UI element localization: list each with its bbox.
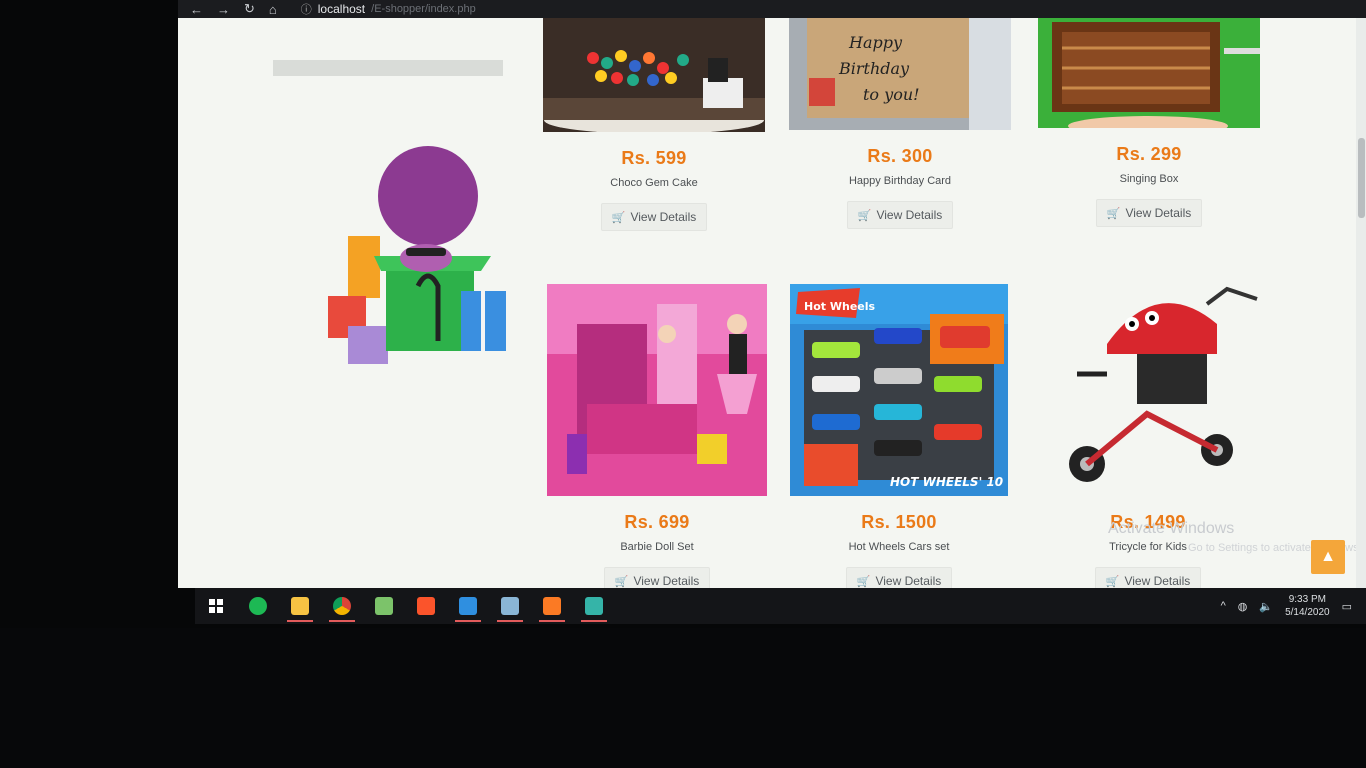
documents-icon bbox=[501, 597, 519, 615]
network-globe-icon[interactable]: ◍ bbox=[1238, 600, 1248, 613]
view-details-button[interactable]: 🛒 View Details bbox=[1094, 567, 1202, 588]
placeholder-heading-bar bbox=[273, 60, 503, 76]
category-banner bbox=[178, 18, 540, 588]
product-image-birthday-card[interactable]: Happy Birthday to you! bbox=[789, 18, 1011, 130]
product-name: Choco Gem Cake bbox=[610, 177, 698, 189]
product-name: Hot Wheels Cars set bbox=[848, 541, 950, 553]
screen: ← → ↻ ⌂ ⓘ localhost /E-shopper/index.php bbox=[0, 0, 1366, 768]
taskbar-spotify[interactable] bbox=[237, 588, 279, 624]
notification-icon[interactable]: ▭ bbox=[1342, 600, 1352, 613]
cart-icon: 🛒 bbox=[1105, 575, 1120, 588]
view-details-label: View Details bbox=[875, 574, 942, 588]
card-text-line3: to you! bbox=[863, 85, 920, 104]
active-indicator bbox=[455, 620, 481, 622]
url-path: /E-shopper/index.php bbox=[371, 3, 476, 15]
hot-wheels-logo-text: Hot Wheels bbox=[804, 300, 876, 313]
folder-icon bbox=[291, 597, 309, 615]
view-details-button[interactable]: 🛒 View Details bbox=[845, 567, 953, 588]
product-name: Barbie Doll Set bbox=[620, 541, 694, 553]
product-image-barbie[interactable] bbox=[546, 284, 768, 496]
system-tray: ^ ◍ 🔈 9:33 PM 5/14/2020 ▭ bbox=[1221, 588, 1352, 624]
home-icon[interactable]: ⌂ bbox=[269, 2, 277, 17]
product-card-happy-birthday-card[interactable]: Happy Birthday to you! Rs. 300 Happy Bir… bbox=[785, 18, 1015, 229]
address-bar[interactable]: ⓘ localhost /E-shopper/index.php bbox=[301, 1, 476, 17]
chrome-icon bbox=[333, 597, 351, 615]
view-details-label: View Details bbox=[630, 210, 697, 224]
product-price: Rs. 1500 bbox=[861, 512, 937, 532]
view-details-label: View Details bbox=[876, 208, 943, 222]
activate-windows-watermark: Activate Windows bbox=[1108, 520, 1235, 537]
windows-logo-icon bbox=[209, 599, 223, 613]
clock-time: 9:33 PM bbox=[1288, 594, 1326, 605]
view-details-button[interactable]: 🛒 View Details bbox=[1095, 199, 1203, 227]
taskbar-file-explorer[interactable] bbox=[279, 588, 321, 624]
product-card-barbie-doll-set[interactable]: Rs. 699 Barbie Doll Set 🛒 View Details bbox=[542, 284, 772, 588]
taskbar-app-blue[interactable] bbox=[447, 588, 489, 624]
image-app-icon bbox=[585, 597, 603, 615]
active-indicator bbox=[329, 620, 355, 622]
notepad-icon bbox=[375, 597, 393, 615]
cart-icon: 🛒 bbox=[614, 575, 629, 588]
product-image-singing-box[interactable] bbox=[1038, 18, 1260, 128]
view-details-button[interactable]: 🛒 View Details bbox=[846, 201, 954, 229]
reload-icon[interactable]: ↻ bbox=[244, 1, 255, 17]
product-card-hot-wheels[interactable]: Hot Wheels HOT WHEELS' 10 Rs. 1500 Hot W… bbox=[784, 284, 1014, 588]
start-button[interactable] bbox=[195, 588, 237, 624]
taskbar-brave[interactable] bbox=[405, 588, 447, 624]
url-host: localhost bbox=[317, 2, 366, 16]
page-scrollbar[interactable] bbox=[1356, 18, 1366, 588]
product-price: Rs. 299 bbox=[1116, 144, 1182, 164]
taskbar-app-image[interactable] bbox=[573, 588, 615, 624]
windows-taskbar: ^ ◍ 🔈 9:33 PM 5/14/2020 ▭ bbox=[195, 588, 1366, 624]
product-image-hot-wheels[interactable]: Hot Wheels HOT WHEELS' 10 bbox=[788, 284, 1010, 496]
taskbar-chrome[interactable] bbox=[321, 588, 363, 624]
window-app-icon bbox=[459, 597, 477, 615]
web-page: Rs. 599 Choco Gem Cake 🛒 View Details Ha… bbox=[178, 18, 1366, 588]
product-image-cake[interactable] bbox=[543, 18, 765, 132]
volume-icon[interactable]: 🔈 bbox=[1259, 600, 1273, 613]
scroll-to-top-button[interactable]: ▲ bbox=[1311, 540, 1345, 574]
scrollbar-thumb[interactable] bbox=[1358, 138, 1365, 218]
brave-icon bbox=[417, 597, 435, 615]
card-text-line2: Birthday bbox=[838, 59, 910, 78]
product-image-tricycle[interactable] bbox=[1037, 284, 1259, 496]
view-details-label: View Details bbox=[1124, 574, 1191, 588]
hot-wheels-label-text: HOT WHEELS' 10 bbox=[890, 475, 1003, 489]
spotify-icon bbox=[249, 597, 267, 615]
card-text-line1: Happy bbox=[848, 33, 903, 52]
active-indicator bbox=[287, 620, 313, 622]
product-card-singing-box[interactable]: Rs. 299 Singing Box 🛒 View Details bbox=[1034, 18, 1264, 227]
browser-toolbar: ← → ↻ ⌂ ⓘ localhost /E-shopper/index.php bbox=[178, 0, 1366, 18]
forward-arrow-icon[interactable]: → bbox=[217, 2, 230, 17]
taskbar-app-docs[interactable] bbox=[489, 588, 531, 624]
monitor-bezel bbox=[0, 628, 1366, 768]
product-name: Singing Box bbox=[1119, 173, 1179, 185]
view-details-label: View Details bbox=[633, 574, 700, 588]
product-price: Rs. 599 bbox=[621, 148, 687, 168]
view-details-button[interactable]: 🛒 View Details bbox=[603, 567, 711, 588]
cart-icon: 🛒 bbox=[611, 211, 626, 224]
clock[interactable]: 9:33 PM 5/14/2020 bbox=[1285, 593, 1330, 619]
product-price: Rs. 699 bbox=[624, 512, 690, 532]
gift-box-illustration bbox=[328, 146, 506, 364]
cart-icon: 🛒 bbox=[1106, 207, 1121, 220]
view-details-label: View Details bbox=[1125, 206, 1192, 220]
taskbar-notepad[interactable] bbox=[363, 588, 405, 624]
chevron-up-icon: ▲ bbox=[1320, 548, 1336, 565]
product-name: Happy Birthday Card bbox=[848, 175, 952, 187]
product-card-choco-gem-cake[interactable]: Rs. 599 Choco Gem Cake 🛒 View Details bbox=[539, 18, 769, 231]
xampp-icon bbox=[543, 597, 561, 615]
product-price: Rs. 300 bbox=[867, 146, 933, 166]
active-indicator bbox=[539, 620, 565, 622]
cart-icon: 🛒 bbox=[856, 575, 871, 588]
cart-icon: 🛒 bbox=[857, 209, 872, 222]
back-arrow-icon[interactable]: ← bbox=[190, 2, 203, 17]
active-indicator bbox=[581, 620, 607, 622]
view-details-button[interactable]: 🛒 View Details bbox=[600, 203, 708, 231]
info-icon: ⓘ bbox=[300, 4, 312, 16]
active-indicator bbox=[497, 620, 523, 622]
taskbar-xampp[interactable] bbox=[531, 588, 573, 624]
clock-date: 5/14/2020 bbox=[1285, 607, 1330, 618]
chevron-up-icon[interactable]: ^ bbox=[1221, 600, 1226, 612]
